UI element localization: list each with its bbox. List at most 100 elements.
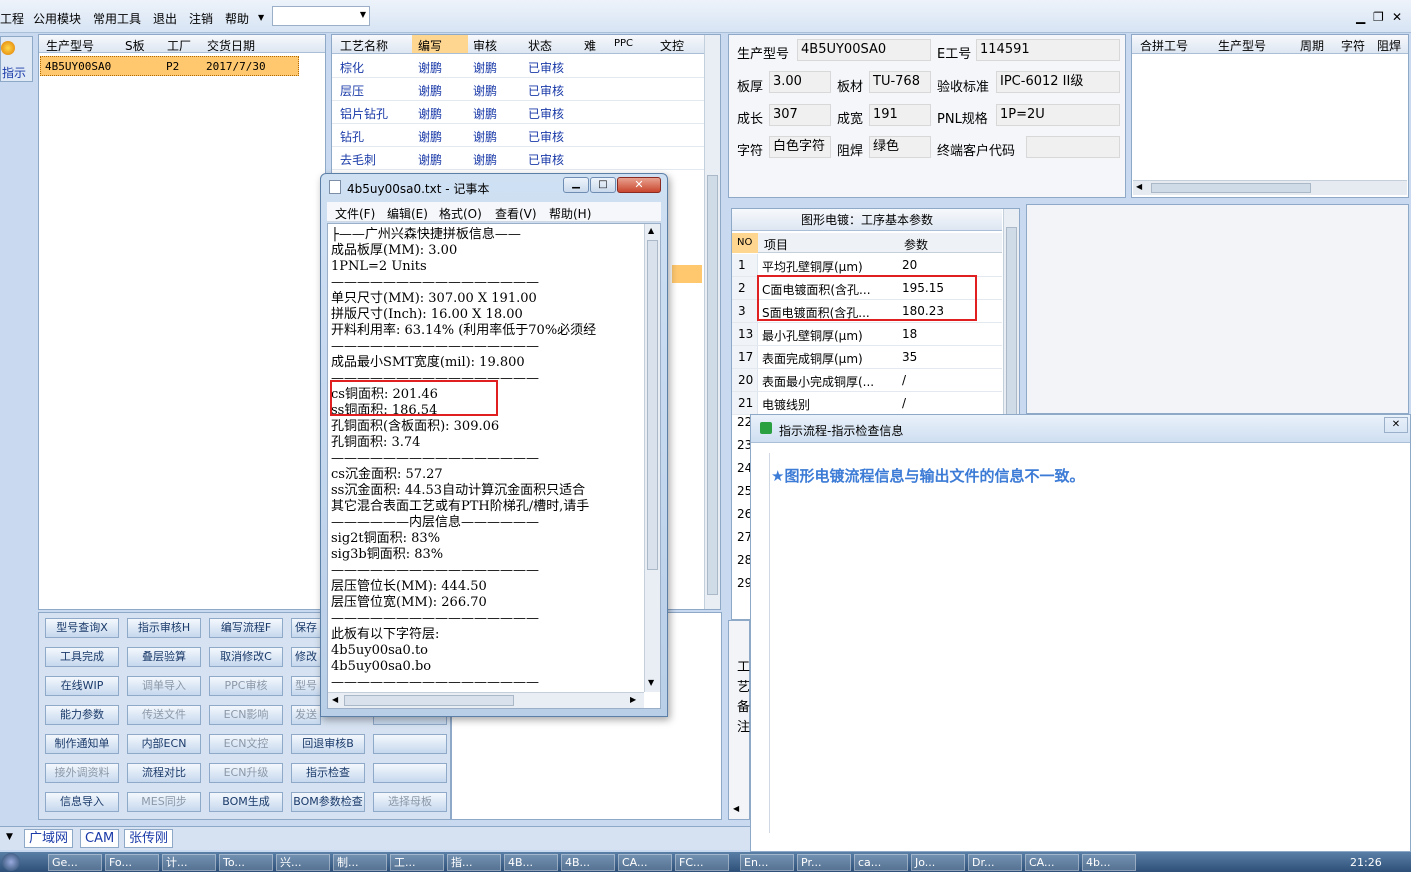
- col-mask[interactable]: 阻焊: [1377, 37, 1401, 54]
- action-button[interactable]: BOM参数检查: [291, 792, 365, 812]
- col-merge-model[interactable]: 生产型号: [1218, 37, 1266, 54]
- maximize-icon[interactable]: □: [590, 177, 616, 193]
- table-row[interactable]: 13 最小孔壁铜厚(μm) 18: [732, 323, 1002, 346]
- merge-hscrollbar[interactable]: ◀: [1133, 180, 1407, 195]
- col-factory[interactable]: 工厂: [167, 37, 191, 54]
- chevron-up-icon[interactable]: ▲: [648, 226, 654, 235]
- tab-cam[interactable]: CAM: [80, 829, 120, 848]
- col-author[interactable]: 编写: [418, 37, 442, 54]
- col-merge-no[interactable]: 合拼工号: [1140, 37, 1188, 54]
- taskbar-item[interactable]: 4B...: [561, 854, 615, 871]
- action-button[interactable]: 取消修改C: [209, 647, 283, 667]
- action-button[interactable]: 选择母板: [373, 792, 447, 812]
- action-button[interactable]: 修改: [291, 647, 321, 667]
- col-delivery-date[interactable]: 交货日期: [207, 37, 255, 54]
- action-button[interactable]: 接外调资料: [45, 763, 119, 783]
- col-process-name[interactable]: 工艺名称: [340, 37, 388, 54]
- action-button[interactable]: 型号查询X: [45, 618, 119, 638]
- taskbar-item[interactable]: Dr...: [968, 854, 1022, 871]
- action-button[interactable]: PPC审核: [209, 676, 283, 696]
- width-field[interactable]: 191: [869, 104, 931, 126]
- action-button[interactable]: 发送: [291, 705, 321, 725]
- menu-format[interactable]: 格式(O): [439, 205, 482, 222]
- action-button[interactable]: 传送文件: [127, 705, 201, 725]
- action-button[interactable]: 内部ECN: [127, 734, 201, 754]
- col-s-board[interactable]: S板: [125, 37, 145, 54]
- table-row[interactable]: 层压 谢鹏 谢鹏 已审核: [332, 78, 704, 101]
- taskbar-item[interactable]: FC...: [675, 854, 729, 871]
- action-button[interactable]: 指示检查: [291, 763, 365, 783]
- tab-wan[interactable]: 广域网: [24, 829, 74, 848]
- e-number-field[interactable]: 114591: [976, 39, 1120, 61]
- character-field[interactable]: 白色字符: [769, 136, 831, 158]
- chevron-down-icon[interactable]: ▼: [648, 678, 654, 687]
- action-button[interactable]: 制作通知单: [45, 734, 119, 754]
- table-row[interactable]: 20 表面最小完成铜厚(... /: [732, 369, 1002, 392]
- table-row[interactable]: 21 电镀线别 /: [732, 392, 1002, 415]
- table-row[interactable]: 1 平均孔壁铜厚(μm) 20: [732, 254, 1002, 277]
- empty-button[interactable]: [373, 734, 447, 754]
- menu-common[interactable]: 公用模块: [33, 10, 81, 27]
- tab-instruction[interactable]: 指示: [0, 36, 33, 82]
- thickness-field[interactable]: 3.00: [769, 71, 831, 93]
- table-row[interactable]: 17 表面完成铜厚(μm) 35: [732, 346, 1002, 369]
- menu-combo[interactable]: ▼: [272, 6, 370, 26]
- taskbar-item[interactable]: CA...: [1025, 854, 1079, 871]
- menu-tools[interactable]: 常用工具: [93, 10, 141, 27]
- taskbar-item[interactable]: 指...: [447, 854, 501, 871]
- taskbar-item[interactable]: CA...: [618, 854, 672, 871]
- close-icon[interactable]: ✕: [1392, 10, 1402, 24]
- menu-help[interactable]: 帮助(H): [549, 205, 591, 222]
- start-icon[interactable]: [2, 853, 20, 871]
- taskbar-item[interactable]: 制...: [333, 854, 387, 871]
- col-param[interactable]: 参数: [904, 236, 928, 253]
- taskbar-item[interactable]: Pr...: [797, 854, 851, 871]
- notepad-vscroll[interactable]: ▲ ▼: [644, 224, 660, 692]
- action-button[interactable]: MES同步: [127, 792, 201, 812]
- action-button[interactable]: ECN升级: [209, 763, 283, 783]
- taskbar-item[interactable]: 4B...: [504, 854, 558, 871]
- taskbar-item[interactable]: 4b...: [1082, 854, 1136, 871]
- action-button[interactable]: 调单导入: [127, 676, 201, 696]
- chevron-left-icon[interactable]: ◀: [332, 695, 338, 704]
- action-button[interactable]: 信息导入: [45, 792, 119, 812]
- table-row[interactable]: 钻孔 谢鹏 谢鹏 已审核: [332, 124, 704, 147]
- col-prod-model[interactable]: 生产型号: [46, 37, 94, 54]
- customer-code-field[interactable]: [1026, 136, 1120, 158]
- chevron-left-icon[interactable]: ◀: [733, 804, 739, 813]
- menu-help[interactable]: 帮助: [225, 10, 249, 27]
- taskbar-item[interactable]: ca...: [854, 854, 908, 871]
- close-icon[interactable]: ✕: [1384, 417, 1408, 433]
- menu-logout[interactable]: 注销: [189, 10, 213, 27]
- minimize-icon[interactable]: ▁: [563, 177, 589, 193]
- prod-model-field[interactable]: 4B5UY00SA0: [797, 39, 931, 61]
- taskbar-item[interactable]: 计...: [162, 854, 216, 871]
- action-button[interactable]: 叠层验算: [127, 647, 201, 667]
- menu-view[interactable]: 查看(V): [495, 205, 537, 222]
- col-item[interactable]: 项目: [764, 236, 788, 253]
- close-icon[interactable]: ✕: [617, 177, 661, 193]
- taskbar-item[interactable]: Jo...: [911, 854, 965, 871]
- menu-project[interactable]: 工程: [0, 10, 24, 27]
- col-doc-control[interactable]: 文控: [660, 37, 684, 54]
- material-field[interactable]: TU-768: [869, 71, 931, 93]
- action-button[interactable]: 工具完成: [45, 647, 119, 667]
- taskbar-item[interactable]: Ge...: [48, 854, 102, 871]
- minimize-icon[interactable]: ▁: [1356, 10, 1365, 24]
- action-button[interactable]: BOM生成: [209, 792, 283, 812]
- taskbar-item[interactable]: 兴...: [276, 854, 330, 871]
- action-button[interactable]: 型号: [291, 676, 321, 696]
- pnl-field[interactable]: 1P=2U: [996, 104, 1120, 126]
- menu-edit[interactable]: 编辑(E): [387, 205, 428, 222]
- taskbar-item[interactable]: En...: [740, 854, 794, 871]
- notepad-text-area[interactable]: ├——广州兴森快捷拼板信息—— 成品板厚(MM): 3.00 1PNL=2 Unit…: [327, 223, 661, 709]
- restore-icon[interactable]: ❐: [1373, 10, 1384, 24]
- action-button[interactable]: ECN影响: [209, 705, 283, 725]
- acceptance-field[interactable]: IPC-6012 II级: [996, 71, 1120, 93]
- action-button[interactable]: ECN文控: [209, 734, 283, 754]
- col-no[interactable]: NO: [737, 237, 752, 248]
- col-ppc[interactable]: PPC: [614, 38, 633, 49]
- taskbar-item[interactable]: 工...: [390, 854, 444, 871]
- action-button[interactable]: 编写流程F: [209, 618, 283, 638]
- col-reviewer[interactable]: 审核: [473, 37, 497, 54]
